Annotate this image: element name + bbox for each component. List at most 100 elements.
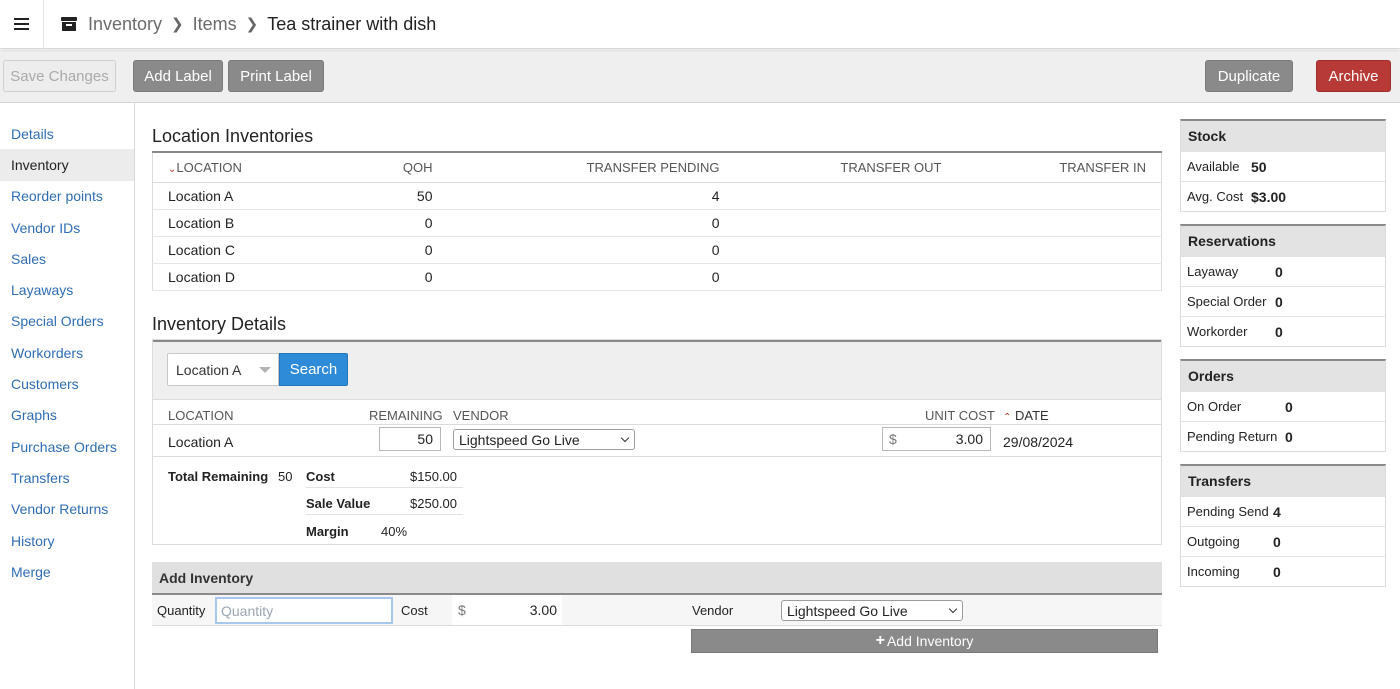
- on-order-label: On Order: [1187, 399, 1242, 414]
- add-inventory-button[interactable]: + Add Inventory: [691, 629, 1158, 653]
- nav-vendor-ids[interactable]: Vendor IDs: [0, 212, 134, 243]
- nav-purchase-orders[interactable]: Purchase Orders: [0, 431, 134, 462]
- detail-location: Location A: [168, 434, 234, 450]
- column-header-qoh[interactable]: QOH: [332, 152, 448, 183]
- orders-title: Orders: [1181, 361, 1385, 391]
- breadcrumb-inventory[interactable]: Inventory: [88, 14, 162, 35]
- cell-transfer-in: [956, 182, 1162, 210]
- column-header-transfer-in[interactable]: TRANSFER IN: [956, 152, 1162, 183]
- cost-label: Cost: [401, 603, 428, 618]
- cell-transfer-pending: 0: [447, 236, 735, 264]
- nav-vendor-returns[interactable]: Vendor Returns: [0, 494, 134, 525]
- nav-history[interactable]: History: [0, 525, 134, 556]
- location-filter-value: Location A: [176, 361, 242, 378]
- search-button[interactable]: Search: [279, 353, 348, 386]
- cell-transfer-pending: 4: [447, 182, 735, 210]
- nav-transfers[interactable]: Transfers: [0, 462, 134, 493]
- nav-graphs[interactable]: Graphs: [0, 400, 134, 431]
- column-header-unit-cost[interactable]: UNIT COST: [925, 408, 995, 423]
- outgoing-row: Outgoing 0: [1181, 526, 1385, 556]
- cell-qoh: 0: [332, 209, 448, 237]
- cell-location: Location A: [152, 182, 333, 210]
- available-value: 50: [1251, 158, 1267, 175]
- page-title: Tea strainer with dish: [267, 13, 437, 34]
- column-header-remaining[interactable]: REMAINING: [369, 408, 443, 423]
- avg-cost-label: Avg. Cost: [1187, 189, 1244, 204]
- workorder-label: Workorder: [1187, 324, 1248, 339]
- stock-panel: Stock Available 50 Avg. Cost $3.00: [1180, 119, 1386, 212]
- add-label-button[interactable]: Add Label: [133, 60, 223, 92]
- duplicate-button[interactable]: Duplicate: [1205, 60, 1293, 92]
- cell-transfer-out: [734, 236, 957, 264]
- nav-reorder-points[interactable]: Reorder points: [0, 181, 134, 212]
- margin-label: Margin: [306, 524, 349, 539]
- details-filter-bar: Location A Search: [153, 340, 1161, 400]
- layaway-value: 0: [1275, 263, 1283, 280]
- sort-asc-icon: ⌃: [1003, 412, 1012, 423]
- cell-qoh: 50: [332, 182, 448, 210]
- column-header-location[interactable]: LOCATION: [168, 408, 234, 423]
- unit-cost-input[interactable]: $ 3.00: [882, 427, 991, 451]
- nav-sales[interactable]: Sales: [0, 243, 134, 274]
- cost-input[interactable]: $ 3.00: [452, 595, 562, 625]
- archive-button[interactable]: Archive: [1316, 60, 1391, 92]
- margin-value: 40%: [381, 524, 408, 539]
- location-inventories-title: Location Inventories: [152, 126, 314, 146]
- column-header-transfer-out[interactable]: TRANSFER OUT: [734, 152, 957, 183]
- table-row: Location D 0 0: [152, 263, 1162, 291]
- vendor-select[interactable]: Lightspeed Go Live: [453, 429, 635, 450]
- vendor-select-value: Lightspeed Go Live: [459, 431, 580, 448]
- available-label: Available: [1187, 159, 1240, 174]
- divider: [306, 514, 463, 515]
- special-order-row: Special Order 0: [1181, 286, 1385, 316]
- nav-customers[interactable]: Customers: [0, 368, 134, 399]
- breadcrumb-items[interactable]: Items: [193, 14, 237, 35]
- table-row: Location B 0 0: [152, 209, 1162, 237]
- column-header-vendor[interactable]: VENDOR: [453, 408, 509, 423]
- save-changes-button[interactable]: Save Changes: [3, 60, 116, 92]
- outgoing-label: Outgoing: [1187, 534, 1240, 549]
- menu-icon[interactable]: [0, 0, 44, 49]
- workorder-row: Workorder 0: [1181, 316, 1385, 346]
- sale-value-label: Sale Value: [306, 496, 371, 511]
- avg-cost-value: $3.00: [1251, 188, 1287, 205]
- layaway-row: Layaway 0: [1181, 256, 1385, 286]
- add-vendor-value: Lightspeed Go Live: [787, 602, 908, 619]
- quantity-label: Quantity: [157, 603, 206, 618]
- cost-input-value: 3.00: [529, 602, 557, 618]
- currency-symbol: $: [889, 431, 897, 447]
- total-remaining-label: Total Remaining: [168, 469, 269, 484]
- cell-transfer-in: [956, 236, 1162, 264]
- top-bar: Inventory ❯ Items ❯ Tea strainer with di…: [0, 0, 1400, 49]
- cell-transfer-pending: 0: [447, 209, 735, 237]
- inventory-details-title: Inventory Details: [152, 314, 287, 334]
- nav-special-orders[interactable]: Special Orders: [0, 306, 134, 337]
- column-header-location[interactable]: ⌄LOCATION: [152, 152, 333, 183]
- chevron-right-icon: ❯: [171, 16, 184, 33]
- layaway-label: Layaway: [1187, 264, 1239, 279]
- add-vendor-select[interactable]: Lightspeed Go Live: [781, 600, 963, 621]
- nav-merge[interactable]: Merge: [0, 556, 134, 587]
- breadcrumb: Inventory ❯ Items ❯ Tea strainer with di…: [61, 14, 436, 35]
- plus-icon: +: [875, 632, 885, 649]
- special-order-label: Special Order: [1187, 294, 1267, 309]
- nav-layaways[interactable]: Layaways: [0, 274, 134, 305]
- pending-send-label: Pending Send: [1187, 504, 1269, 519]
- column-header-transfer-pending[interactable]: TRANSFER PENDING: [447, 152, 735, 183]
- cell-transfer-in: [956, 263, 1162, 291]
- nav-workorders[interactable]: Workorders: [0, 337, 134, 368]
- detail-date: 29/08/2024: [1003, 434, 1074, 450]
- divider: [153, 456, 1161, 457]
- quantity-input[interactable]: Quantity: [215, 597, 393, 624]
- cell-transfer-out: [734, 182, 957, 210]
- location-filter-select[interactable]: Location A: [167, 353, 279, 386]
- remaining-input[interactable]: 50: [379, 427, 441, 451]
- location-inventories-table: ⌄LOCATION QOH TRANSFER PENDING TRANSFER …: [152, 151, 1162, 291]
- divider: [153, 424, 1161, 425]
- column-header-date[interactable]: ⌃ DATE: [1003, 408, 1049, 423]
- divider: [306, 487, 463, 488]
- nav-inventory[interactable]: Inventory: [0, 149, 134, 181]
- print-label-button[interactable]: Print Label: [228, 60, 324, 92]
- add-inventory-form: Quantity Quantity Cost $ 3.00 Vendor Lig…: [152, 595, 1162, 626]
- nav-details[interactable]: Details: [0, 118, 134, 149]
